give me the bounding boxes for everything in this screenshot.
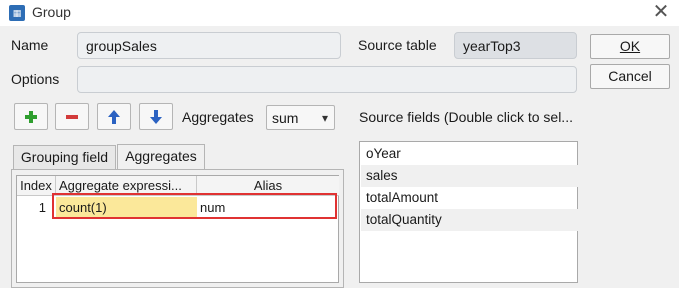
aggregates-label: Aggregates: [182, 109, 254, 125]
list-item[interactable]: oYear: [361, 143, 579, 165]
arrow-up-icon: [108, 109, 120, 124]
ok-button-label: OK: [619, 38, 641, 54]
row-1-index: 1: [38, 200, 46, 215]
add-button[interactable]: [14, 103, 48, 130]
aggregates-table: Index Aggregate expressi... Alias 1 coun…: [16, 175, 339, 283]
app-icon: ▦: [9, 5, 25, 21]
cancel-button-label: Cancel: [608, 68, 652, 84]
list-item[interactable]: totalAmount: [361, 187, 579, 209]
name-label: Name: [11, 37, 49, 53]
move-down-button[interactable]: [139, 103, 173, 130]
name-field[interactable]: groupSales: [77, 32, 341, 59]
highlight-box: [52, 193, 337, 219]
plus-icon: [25, 110, 37, 123]
list-item[interactable]: totalQuantity: [361, 209, 579, 231]
source-fields-list: oYear sales totalAmount totalQuantity: [359, 141, 579, 283]
tab-aggregates[interactable]: Aggregates: [117, 144, 205, 170]
close-icon[interactable]: ✕: [650, 0, 672, 24]
list-item[interactable]: sales: [361, 165, 579, 187]
source-table-label: Source table: [358, 37, 437, 53]
arrow-down-icon: [150, 109, 162, 124]
options-label: Options: [11, 71, 60, 87]
tab-grouping-field[interactable]: Grouping field: [13, 145, 116, 169]
remove-button[interactable]: [55, 103, 89, 130]
ok-button[interactable]: OK: [590, 34, 670, 59]
title-bar: ▦ Group ✕: [0, 0, 679, 26]
column-header-index[interactable]: Index: [17, 176, 56, 196]
move-up-button[interactable]: [97, 103, 131, 130]
source-table-field: yearTop3: [454, 32, 577, 59]
aggregates-select-value: sum: [272, 110, 299, 126]
cancel-button[interactable]: Cancel: [590, 64, 670, 89]
window-title: Group: [32, 4, 71, 20]
aggregates-select[interactable]: sum ▾: [266, 105, 335, 130]
source-fields-label: Source fields (Double click to sel...: [359, 109, 573, 125]
minus-icon: [66, 114, 78, 119]
options-field[interactable]: [77, 66, 577, 93]
chevron-down-icon: ▾: [321, 111, 328, 125]
group-dialog: ▦ Group ✕ Name groupSales Source table y…: [0, 0, 679, 288]
